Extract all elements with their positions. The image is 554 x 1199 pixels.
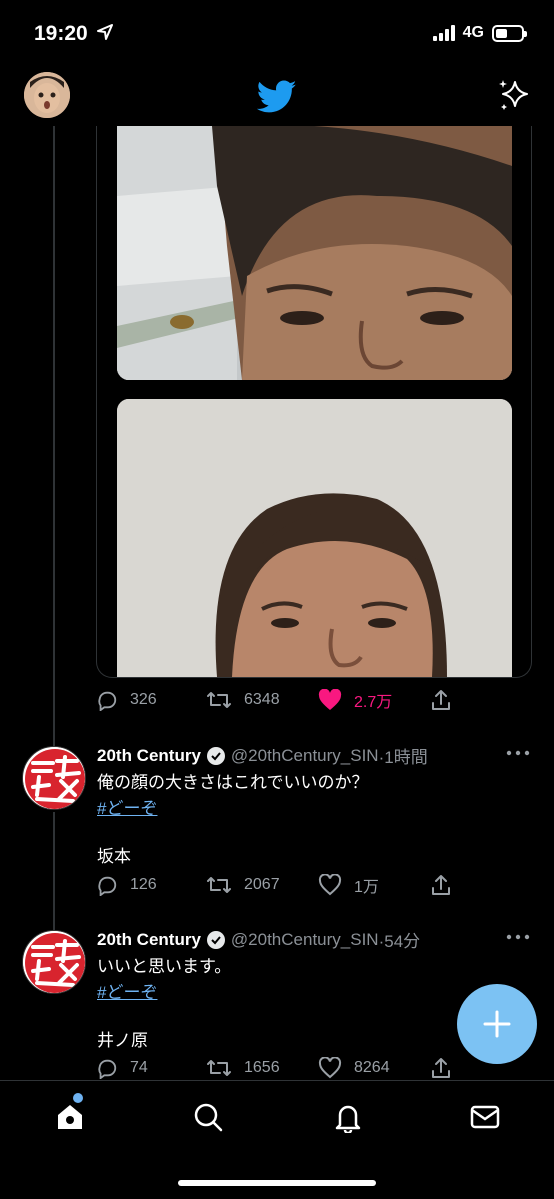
verified-icon xyxy=(206,746,225,765)
retweet-button[interactable]: 6348 xyxy=(206,689,318,711)
retweet-button[interactable]: 1656 xyxy=(206,1057,318,1079)
tweet-signature: 坂本 xyxy=(97,847,131,866)
reply-button[interactable]: 326 xyxy=(96,689,206,711)
hashtag-link[interactable]: #どーぞ xyxy=(97,794,157,819)
photo-2[interactable] xyxy=(117,399,512,677)
thread-line xyxy=(53,126,55,754)
home-icon[interactable] xyxy=(54,1101,86,1133)
share-button[interactable] xyxy=(430,689,452,711)
tweet-actions: 326 6348 2.7万 xyxy=(96,688,456,712)
like-count: 2.7万 xyxy=(354,694,393,711)
home-indicator xyxy=(178,1180,376,1186)
like-count: 1万 xyxy=(354,879,379,896)
tweet-header: 20th Century @20thCentury_SIN ·54分 xyxy=(97,927,420,952)
network-label: 4G xyxy=(462,24,484,41)
location-arrow-icon xyxy=(97,24,113,40)
sparkle-icon[interactable] xyxy=(497,78,531,112)
author-name[interactable]: 20th Century xyxy=(97,930,201,950)
battery-icon xyxy=(492,24,527,42)
retweet-icon xyxy=(207,692,231,708)
tweet-time: ·1時間 xyxy=(378,748,428,767)
reply-icon xyxy=(98,876,117,896)
reply-count: 326 xyxy=(130,691,157,708)
compose-button[interactable] xyxy=(457,984,537,1064)
reply-icon xyxy=(98,691,117,711)
like-icon xyxy=(318,1057,342,1079)
retweet-count: 2067 xyxy=(244,876,280,893)
like-button[interactable]: 1万 xyxy=(318,873,430,897)
retweet-icon xyxy=(207,1060,231,1076)
reply-count: 126 xyxy=(130,876,157,893)
like-button[interactable]: 2.7万 xyxy=(318,688,430,712)
tweet-actions: 74 1656 8264 xyxy=(96,1057,456,1079)
reply-button[interactable]: 74 xyxy=(96,1057,206,1079)
tweet-time: ·54分 xyxy=(378,932,421,951)
reply-count: 74 xyxy=(130,1059,148,1076)
retweet-count: 1656 xyxy=(244,1059,280,1076)
retweet-icon xyxy=(207,877,231,893)
reply-icon xyxy=(98,1059,117,1079)
media-card[interactable] xyxy=(96,126,532,678)
verified-icon xyxy=(206,930,225,949)
profile-avatar[interactable] xyxy=(24,72,70,118)
home-notification-dot xyxy=(73,1093,83,1103)
like-icon xyxy=(318,689,342,710)
author-name[interactable]: 20th Century xyxy=(97,746,201,766)
share-icon xyxy=(432,875,450,895)
status-time: 19:20 xyxy=(34,22,88,45)
share-icon xyxy=(432,690,450,710)
tweet-text: いいと思います。 xyxy=(97,957,232,976)
tweet-signature: 井ノ原 xyxy=(97,1031,148,1050)
search-icon[interactable] xyxy=(192,1101,224,1133)
tweet-avatar[interactable] xyxy=(22,746,86,810)
thread-line xyxy=(53,812,55,930)
like-count: 8264 xyxy=(354,1059,390,1076)
more-icon[interactable] xyxy=(506,748,530,758)
compose-icon xyxy=(483,1010,511,1038)
retweet-button[interactable]: 2067 xyxy=(206,874,318,896)
tweet-avatar[interactable] xyxy=(22,930,86,994)
share-button[interactable] xyxy=(430,874,452,896)
hashtag-link[interactable]: #どーぞ xyxy=(97,978,157,1003)
share-icon xyxy=(432,1058,450,1078)
tweet-header: 20th Century @20thCentury_SIN ·1時間 xyxy=(97,743,428,768)
notifications-icon[interactable] xyxy=(332,1101,364,1133)
retweet-count: 6348 xyxy=(244,691,280,708)
status-bar: 19:20 4G xyxy=(0,0,554,70)
photo-1[interactable] xyxy=(117,126,512,380)
signal-icon xyxy=(432,25,455,41)
twitter-bird-icon xyxy=(257,80,297,113)
more-icon[interactable] xyxy=(506,932,530,942)
top-nav xyxy=(0,70,554,126)
tweet-text: 俺の顔の大きさはこれでいいのか？ xyxy=(97,773,369,792)
author-handle[interactable]: @20thCentury_SIN xyxy=(231,746,379,766)
share-button[interactable] xyxy=(430,1057,452,1079)
author-handle[interactable]: @20thCentury_SIN xyxy=(231,930,379,950)
tweet-actions: 126 2067 1万 xyxy=(96,873,456,897)
like-button[interactable]: 8264 xyxy=(318,1057,430,1079)
messages-icon[interactable] xyxy=(469,1101,501,1133)
like-icon xyxy=(318,874,342,896)
reply-button[interactable]: 126 xyxy=(96,874,206,896)
